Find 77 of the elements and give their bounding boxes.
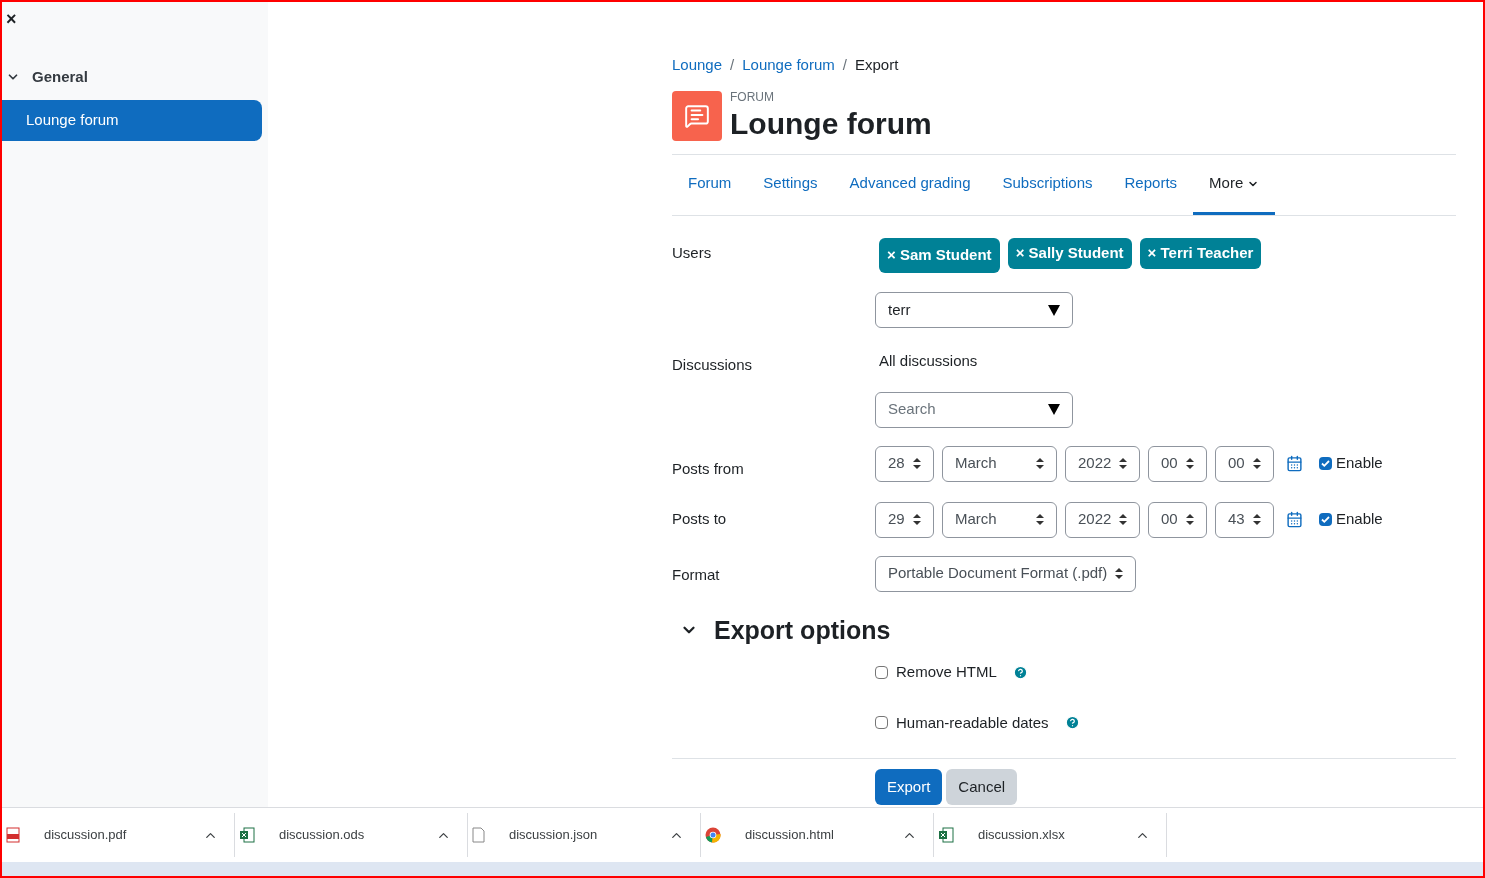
- field-value: All discussions: [878, 351, 979, 371]
- breadcrumb-separator: /: [842, 55, 847, 75]
- calendar-icon[interactable]: [1286, 455, 1303, 472]
- field-label: Users: [672, 243, 713, 263]
- sort-arrows-icon: [913, 458, 921, 469]
- calendar-icon[interactable]: [1286, 511, 1303, 528]
- year-select[interactable]: 2022: [1065, 445, 1140, 482]
- download-item[interactable]: discussion.pdf: [2, 813, 235, 857]
- page-title: Lounge forum: [730, 105, 932, 142]
- browser-logo-icon: [705, 827, 721, 843]
- pdf-file-icon: [6, 827, 20, 843]
- hour-select[interactable]: 00: [1148, 445, 1207, 482]
- help-icon[interactable]: [1064, 715, 1080, 731]
- section-toggle[interactable]: Export options: [680, 611, 891, 649]
- download-item[interactable]: discussion.html: [701, 813, 934, 857]
- sort-arrows-icon: [1253, 514, 1261, 525]
- search-field[interactable]: terr: [875, 292, 1073, 328]
- file-icon: [472, 827, 485, 843]
- minute-select[interactable]: 43: [1215, 501, 1274, 538]
- activity-type-label: FORUM: [730, 89, 775, 105]
- user-tag[interactable]: × Sally Student: [1007, 238, 1132, 269]
- dropdown-triangle-icon: [1048, 404, 1060, 415]
- month-select[interactable]: March: [942, 501, 1057, 538]
- help-icon[interactable]: [1012, 664, 1028, 680]
- section-toggle[interactable]: General: [2, 66, 268, 89]
- breadcrumb-link[interactable]: Lounge: [672, 54, 723, 77]
- spreadsheet-file-icon: [938, 827, 954, 843]
- download-item[interactable]: discussion.xlsx: [934, 813, 1167, 857]
- drawer-item[interactable]: Lounge forum: [2, 99, 262, 141]
- forum-icon: [672, 90, 722, 141]
- nav-tab[interactable]: Advanced grading: [833, 155, 987, 215]
- day-select[interactable]: 28: [875, 445, 934, 482]
- breadcrumb-current: Export: [855, 55, 899, 75]
- user-tag[interactable]: × Terri Teacher: [1139, 238, 1262, 269]
- nav-tab[interactable]: Settings: [747, 155, 834, 215]
- field-label: Posts to: [672, 508, 728, 529]
- field-label: Posts from: [672, 458, 745, 479]
- spreadsheet-file-icon: [239, 827, 255, 843]
- minute-select[interactable]: 00: [1215, 445, 1274, 482]
- dropdown-triangle-icon: [1048, 304, 1060, 316]
- breadcrumb-link[interactable]: Lounge forum: [742, 54, 835, 77]
- checkbox[interactable]: [1319, 457, 1332, 470]
- close-button[interactable]: ×: [6, 10, 17, 28]
- download-item[interactable]: discussion.ods: [235, 813, 468, 857]
- user-tag[interactable]: × Sam Student: [879, 238, 1000, 273]
- nav-tab[interactable]: Forum: [672, 155, 748, 215]
- checkbox-label: Enable: [1336, 453, 1383, 474]
- hour-select[interactable]: 00: [1148, 501, 1207, 538]
- nav-tab[interactable]: Subscriptions: [986, 155, 1109, 215]
- sort-arrows-icon: [1119, 458, 1128, 469]
- search-field[interactable]: Search: [875, 391, 1073, 428]
- nav-tab[interactable]: More: [1193, 155, 1276, 215]
- year-select[interactable]: 2022: [1065, 501, 1140, 538]
- checkbox-label: Remove HTML: [896, 662, 997, 682]
- checkbox[interactable]: [875, 716, 888, 730]
- sort-arrows-icon: [1036, 458, 1044, 469]
- checkbox-label: Human-readable dates: [896, 712, 1049, 733]
- field-label: Format: [672, 564, 721, 585]
- sort-arrows-icon: [1253, 458, 1261, 469]
- checkbox[interactable]: [1319, 513, 1332, 526]
- sort-arrows-icon: [1115, 568, 1124, 579]
- sort-arrows-icon: [1186, 514, 1194, 525]
- sort-arrows-icon: [1186, 458, 1194, 469]
- day-select[interactable]: 29: [875, 501, 934, 538]
- sort-arrows-icon: [913, 514, 921, 525]
- checkbox-label: Enable: [1336, 509, 1383, 530]
- format-select[interactable]: Portable Document Format (.pdf): [875, 555, 1136, 592]
- nav-tab[interactable]: Reports: [1108, 155, 1194, 215]
- month-select[interactable]: March: [942, 445, 1057, 482]
- sort-arrows-icon: [1036, 514, 1044, 525]
- field-label: Discussions: [672, 355, 754, 375]
- breadcrumb-separator: /: [730, 55, 735, 75]
- sort-arrows-icon: [1119, 514, 1128, 525]
- checkbox[interactable]: [875, 665, 888, 679]
- download-item[interactable]: discussion.json: [468, 813, 701, 857]
- export-button[interactable]: Export: [875, 769, 943, 805]
- cancel-button[interactable]: Cancel: [946, 769, 1018, 805]
